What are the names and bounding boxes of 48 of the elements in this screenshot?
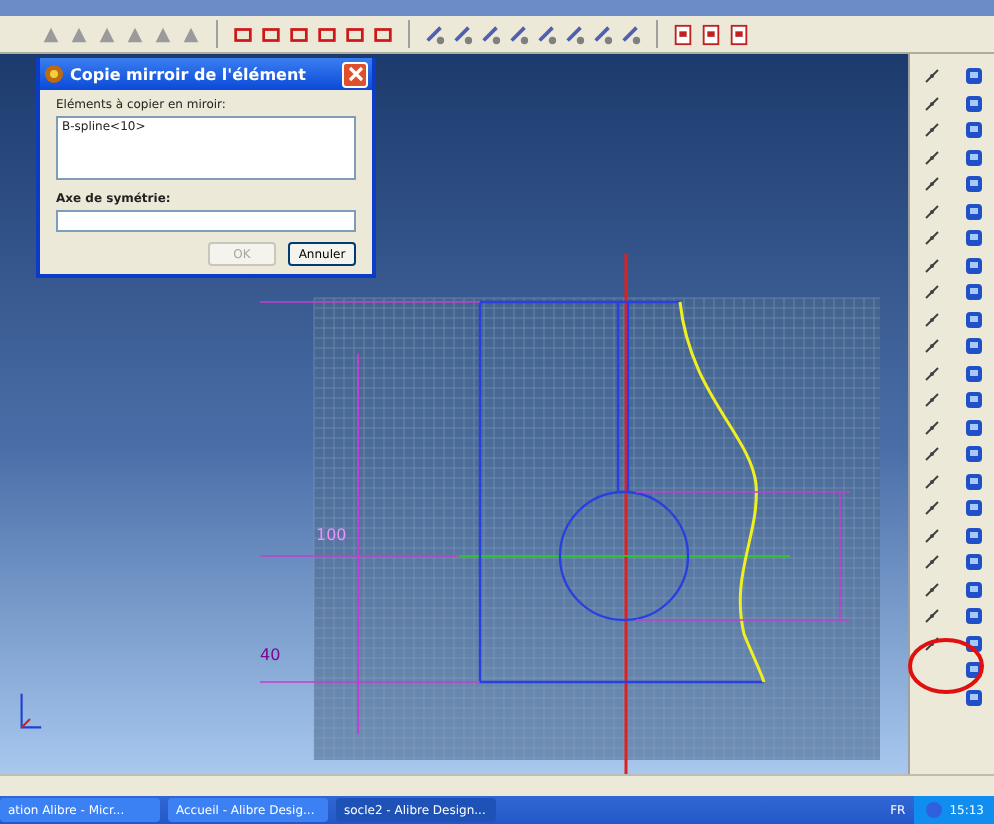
tool-icon[interactable] — [424, 23, 446, 45]
sketch-tool-icon[interactable] — [921, 93, 941, 113]
axis-field[interactable] — [56, 210, 356, 232]
tool-icon[interactable] — [564, 23, 586, 45]
sketch-tool-icon[interactable] — [921, 201, 941, 221]
sketch-tool-icon[interactable] — [921, 174, 941, 194]
sketch-tool-icon[interactable] — [921, 498, 941, 518]
sketch-tool-icon[interactable] — [921, 336, 941, 356]
sketch-tool-icon[interactable] — [921, 66, 941, 86]
sketch-tool-icon[interactable] — [921, 363, 941, 383]
tool-icon[interactable] — [620, 23, 642, 45]
sketch-tool-icon[interactable] — [921, 120, 941, 140]
sketch-tool-icon[interactable] — [921, 228, 941, 248]
close-icon — [347, 66, 363, 82]
sketch-tool-icon[interactable] — [921, 147, 941, 167]
axes-icon — [16, 690, 44, 734]
shape-tool-icon[interactable] — [372, 23, 394, 45]
shape-tool-icon[interactable] — [260, 23, 282, 45]
shape-tool-icon[interactable] — [316, 23, 338, 45]
sketch-tool-icon[interactable] — [921, 309, 941, 329]
dimension-label: 100 — [316, 526, 347, 544]
tool-icon[interactable] — [452, 23, 474, 45]
tool-icon[interactable] — [508, 23, 530, 45]
sketch-tool-icon[interactable] — [921, 525, 941, 545]
sketch-tool-icon[interactable] — [921, 444, 941, 464]
shape-tool-icon[interactable] — [344, 23, 366, 45]
app-icon — [44, 64, 64, 84]
sketch-tool-icon[interactable] — [921, 633, 941, 653]
tool-icon[interactable] — [592, 23, 614, 45]
dialog-title: Copie mirroir de l'élément — [70, 65, 308, 83]
tool-icon[interactable] — [536, 23, 558, 45]
document-icon[interactable] — [700, 23, 722, 45]
document-icon[interactable] — [672, 23, 694, 45]
highlight-circle — [906, 636, 986, 696]
shape-tool-icon[interactable] — [288, 23, 310, 45]
sketch-tool-icon[interactable] — [921, 471, 941, 491]
sketch-tool-icon[interactable] — [921, 579, 941, 599]
sketch-tool-icon[interactable] — [921, 606, 941, 626]
sketch-tool-icon[interactable] — [921, 552, 941, 572]
sketch-tool-icon[interactable] — [921, 255, 941, 275]
sketch-tool-icon[interactable] — [921, 417, 941, 437]
dimension-label: 40 — [260, 646, 281, 664]
document-icon[interactable] — [728, 23, 750, 45]
sketch-tool-icon[interactable] — [921, 390, 941, 410]
close-button[interactable] — [342, 61, 368, 87]
shape-tool-icon[interactable] — [232, 23, 254, 45]
tool-icon[interactable] — [480, 23, 502, 45]
sketch-tool-icon[interactable] — [921, 282, 941, 302]
